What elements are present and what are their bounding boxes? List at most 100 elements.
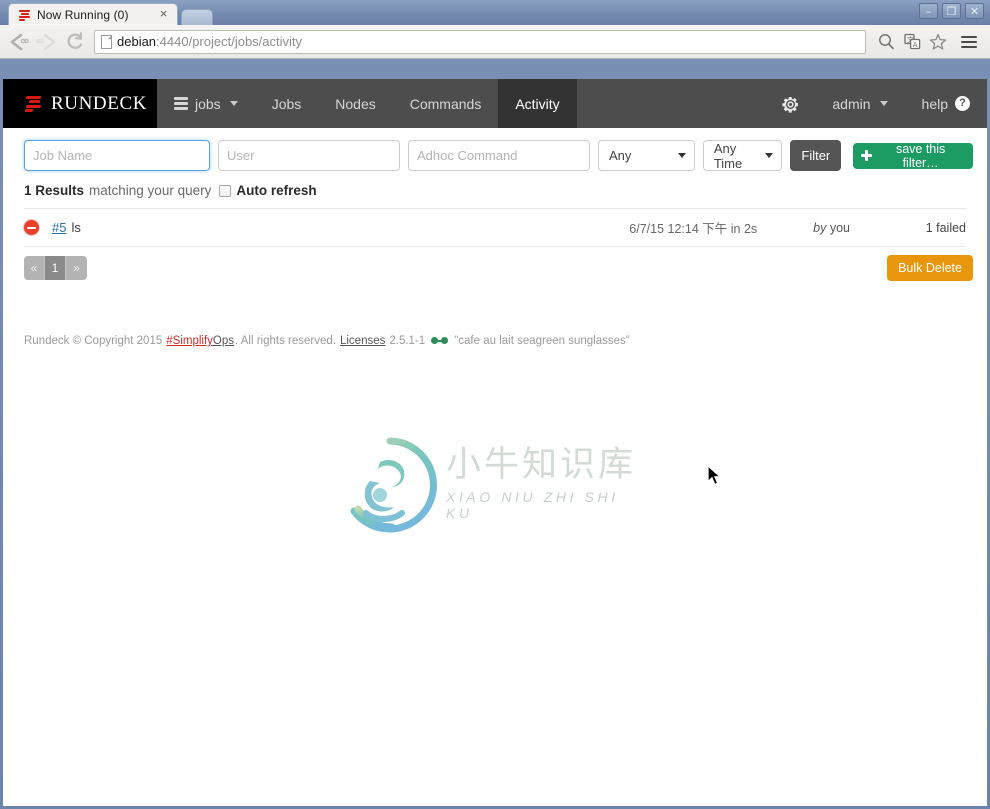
failed-ban-icon <box>24 220 39 235</box>
results-count-suffix: matching your query <box>89 183 212 198</box>
nav-item-jobs-label: Jobs <box>271 95 302 112</box>
status-select[interactable]: Any <box>598 140 695 171</box>
execution-job-name: ls <box>71 220 81 235</box>
maximize-icon: ❐ <box>946 5 957 18</box>
navbar-right: admin help ? <box>765 79 987 128</box>
close-tab-icon[interactable]: × <box>156 7 171 22</box>
time-range-select[interactable]: Any Time <box>702 140 783 171</box>
bull-circle-logo <box>340 435 440 535</box>
watermark-overlay: 小牛知识库 XIAO NIU ZHI SHI KU <box>340 432 650 537</box>
back-button[interactable] <box>6 29 32 55</box>
chevron-down-icon <box>229 101 238 106</box>
pagination-prev[interactable]: « <box>24 256 45 280</box>
page-icon <box>101 34 112 49</box>
footer-version: 2.5.1-1 <box>389 335 426 347</box>
ops-text[interactable]: Ops <box>213 335 234 347</box>
rundeck-brand-link[interactable]: RUNDECK <box>3 79 157 128</box>
nav-item-jobs[interactable]: Jobs <box>255 79 319 128</box>
by-user: you <box>829 220 850 235</box>
gear-icon <box>782 96 799 113</box>
auto-refresh-checkbox[interactable] <box>219 184 232 197</box>
search-input-user[interactable] <box>218 140 400 171</box>
back-arrow-icon <box>10 33 29 50</box>
hamburger-menu-icon[interactable] <box>956 29 982 55</box>
navbar-items: jobs Jobs Nodes Commands Activity <box>157 79 577 128</box>
reload-icon <box>67 31 83 49</box>
minimize-button[interactable]: – <box>919 3 938 19</box>
plus-icon <box>861 150 873 161</box>
simplify-text[interactable]: #Simplify <box>166 335 213 347</box>
nav-item-jobs-menu[interactable]: jobs <box>157 79 255 128</box>
browser-toolbar: debian:4440/project/jobs/activity 文 A <box>0 25 990 59</box>
footer-quote: "cafe au lait seagreen sunglasses" <box>454 335 630 347</box>
status-select-value: Any <box>609 148 632 163</box>
watermark-en: XIAO NIU ZHI SHI KU <box>446 489 619 521</box>
user-menu-label: admin <box>832 95 871 112</box>
licenses-link[interactable]: Licenses <box>340 335 385 347</box>
minimize-icon: – <box>925 5 932 18</box>
rundeck-navbar: RUNDECK jobs Jobs Nodes Commands Activit… <box>3 79 987 128</box>
sunglasses-icon <box>431 336 449 346</box>
search-input-adhoc-command[interactable] <box>408 140 590 171</box>
execution-timestamp: 6/7/15 12:14 下午 in 2s <box>629 222 758 236</box>
close-icon: ✕ <box>969 5 980 18</box>
by-prefix: by <box>813 220 827 235</box>
reload-button[interactable] <box>62 29 88 55</box>
help-menu[interactable]: help ? <box>905 79 987 128</box>
user-menu-admin[interactable]: admin <box>815 79 904 128</box>
window-controls: – ❐ ✕ <box>919 3 984 19</box>
search-icon[interactable] <box>874 30 898 54</box>
nav-item-nodes[interactable]: Nodes <box>318 79 392 128</box>
help-label: help <box>921 95 948 112</box>
watermark-cn: 小牛知识库 <box>446 445 637 485</box>
url-host: debian <box>117 34 157 49</box>
nav-item-jobs-menu-label: jobs <box>195 95 221 112</box>
results-summary: 1 Results matching your query Auto refre… <box>3 181 987 198</box>
chevron-down-icon <box>677 153 686 158</box>
pagination-row: « 1 » Bulk Delete <box>3 247 987 281</box>
execution-status: 1 failed <box>925 220 966 235</box>
rundeck-logo-icon <box>24 95 42 112</box>
activity-filter-bar: Any Any Time Filter save this filter… <box>3 128 987 181</box>
pagination: « 1 » <box>24 256 87 280</box>
footer-rights: . All rights reserved. <box>235 335 336 347</box>
bulk-delete-button[interactable]: Bulk Delete <box>887 255 973 281</box>
nav-item-commands-label: Commands <box>409 95 482 112</box>
url-path: :4440/project/jobs/activity <box>156 34 303 49</box>
close-window-button[interactable]: ✕ <box>965 3 984 19</box>
maximize-button[interactable]: ❐ <box>942 3 961 19</box>
settings-gear-button[interactable] <box>765 79 815 128</box>
translate-icon[interactable]: 文 A <box>900 30 924 54</box>
browser-tab[interactable]: Now Running (0) × <box>8 3 178 25</box>
results-count: 1 Results <box>24 183 85 198</box>
rundeck-favicon <box>19 9 31 21</box>
table-row[interactable]: #5 ls 6/7/15 12:14 下午 in 2s by you 1 fai… <box>3 209 987 246</box>
page-footer: Rundeck © Copyright 2015 #SimplifyOps . … <box>3 281 987 347</box>
forward-button <box>34 29 60 55</box>
question-circle-icon: ? <box>955 96 970 111</box>
nav-item-nodes-label: Nodes <box>335 95 376 112</box>
rundeck-brand-text: RUNDECK <box>51 92 148 114</box>
simplifyops-link[interactable]: #SimplifyOps <box>166 335 234 347</box>
browser-tab-title: Now Running (0) <box>37 7 129 22</box>
nav-item-activity-label: Activity <box>515 95 560 112</box>
save-this-filter-label: save this filter… <box>895 141 946 170</box>
browser-window: Now Running (0) × – ❐ ✕ debian:4440/proj… <box>0 0 990 809</box>
nav-item-activity[interactable]: Activity <box>498 79 577 128</box>
pagination-next[interactable]: » <box>66 256 87 280</box>
footer-copyright: Rundeck © Copyright 2015 <box>24 335 163 347</box>
new-tab-button[interactable] <box>181 9 213 25</box>
save-this-filter-button[interactable]: save this filter… <box>853 141 973 170</box>
auto-refresh-label: Auto refresh <box>236 183 317 198</box>
bookmark-star-icon[interactable] <box>926 30 950 54</box>
chevron-down-icon <box>765 153 774 158</box>
time-range-select-value: Any Time <box>713 140 743 171</box>
server-stack-icon <box>174 97 188 110</box>
pagination-page-1[interactable]: 1 <box>45 256 66 280</box>
url-bar[interactable]: debian:4440/project/jobs/activity <box>94 29 866 54</box>
search-input-job-name[interactable] <box>24 140 210 171</box>
execution-id-link[interactable]: #5 <box>52 220 66 235</box>
window-titlebar: Now Running (0) × – ❐ ✕ <box>0 0 990 25</box>
filter-button[interactable]: Filter <box>790 140 842 171</box>
nav-item-commands[interactable]: Commands <box>393 79 499 128</box>
